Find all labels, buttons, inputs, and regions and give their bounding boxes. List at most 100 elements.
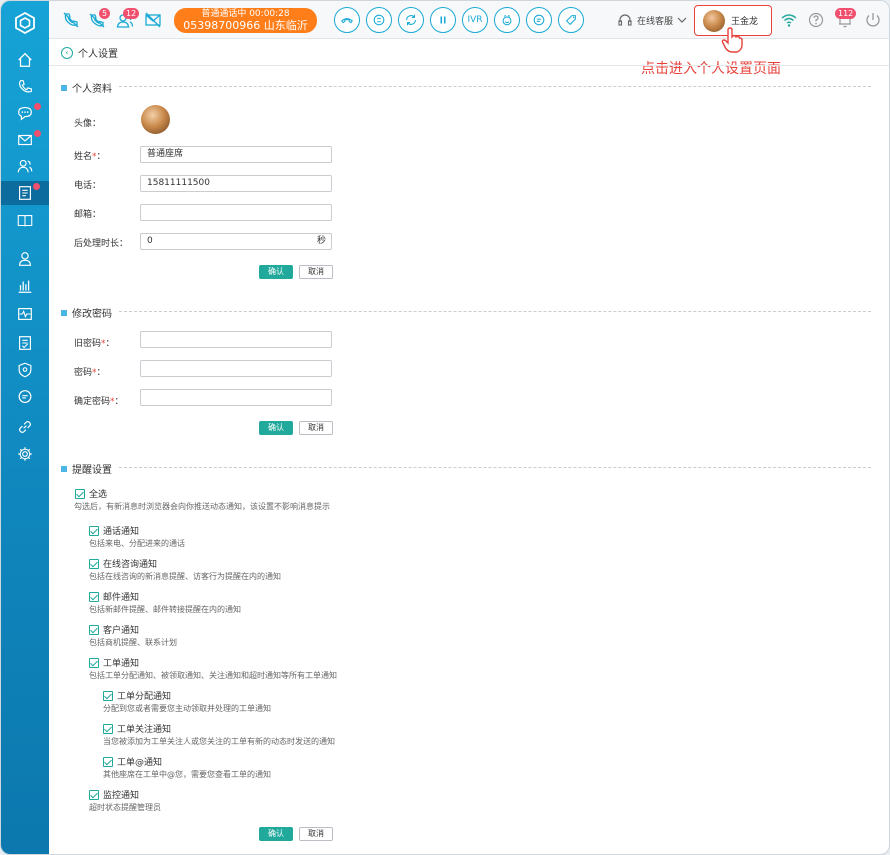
- ivr-button[interactable]: IVR: [462, 7, 488, 33]
- link-icon: [19, 421, 31, 433]
- agent-icon: [19, 252, 31, 266]
- satisfaction-button[interactable]: [494, 7, 520, 33]
- tag-button[interactable]: [558, 7, 584, 33]
- avatar[interactable]: [141, 105, 170, 134]
- chevron-down-icon: [677, 17, 687, 23]
- new-password-field[interactable]: [140, 360, 332, 377]
- section-title: 提醒设置: [72, 465, 112, 476]
- section-password-header: 修改密码: [61, 305, 112, 320]
- sidebar-item-calls[interactable]: [11, 75, 39, 99]
- profile-confirm-button[interactable]: 确认: [259, 265, 293, 279]
- sidebar-item-agents[interactable]: [11, 247, 39, 271]
- post-process-label: 后处理时长：: [74, 239, 129, 249]
- help-icon[interactable]: [806, 10, 828, 30]
- notification-dot: [33, 183, 40, 190]
- sidebar-item-checklist[interactable]: [11, 331, 39, 355]
- divider: [49, 65, 889, 66]
- email-field[interactable]: [140, 204, 332, 221]
- online-service-menu[interactable]: 在线客服: [617, 12, 687, 28]
- call-status-box[interactable]: 普通通话中 00:00:28 05398700966 山东临沂: [174, 8, 317, 33]
- section-marker: [61, 84, 67, 91]
- book-icon: [17, 215, 33, 227]
- section-profile-header: 个人资料: [61, 80, 112, 95]
- ticket-list-icon: [19, 186, 31, 200]
- confirm-password-field[interactable]: [140, 389, 332, 406]
- sidebar-item-reports[interactable]: [11, 274, 39, 298]
- hangup-button[interactable]: [334, 7, 360, 33]
- sidebar-item-home[interactable]: [11, 48, 39, 72]
- checkbox-label: 工单@通知: [117, 758, 163, 768]
- password-cancel-button[interactable]: 取消: [299, 421, 333, 435]
- sidebar-item-customers[interactable]: [11, 154, 39, 178]
- ticket-mention-checkbox[interactable]: 工单@通知: [103, 755, 162, 768]
- checkbox-label: 工单通知: [103, 659, 140, 669]
- ticket-notify-checkbox[interactable]: 工单通知: [89, 656, 139, 669]
- avatar-label: 头像：: [74, 119, 102, 129]
- checkbox-label: 工单分配通知: [117, 692, 172, 702]
- app-logo-icon[interactable]: [13, 11, 37, 35]
- phone-field[interactable]: 15811111500: [140, 175, 332, 192]
- chat-icon: [533, 14, 545, 26]
- section-title: 个人资料: [72, 84, 112, 95]
- sidebar-item-security[interactable]: [11, 358, 39, 382]
- online-consult-desc: 包括在线咨询的新消息提醒、访客行为提醒在内的通知: [89, 572, 281, 581]
- pause-icon: [440, 16, 446, 24]
- confirm-password-label-text: 确定密码: [74, 397, 111, 407]
- unit-seconds: 秒: [316, 236, 326, 246]
- online-consult-checkbox[interactable]: 在线咨询通知: [89, 557, 157, 570]
- sidebar-item-tickets[interactable]: [1, 181, 49, 205]
- name-field[interactable]: 普通座席: [140, 146, 332, 163]
- mail-muted-icon[interactable]: [143, 10, 165, 30]
- call-notify-checkbox[interactable]: 通话通知: [89, 524, 139, 537]
- sidebar: [1, 1, 49, 854]
- checkbox-label: 监控通知: [103, 791, 140, 801]
- ticket-assign-desc: 分配到您或者需要您主动领取并处理的工单通知: [103, 704, 271, 713]
- call-notify-desc: 包括来电、分配进来的通话: [89, 539, 185, 548]
- new-password-label-text: 密码: [74, 368, 93, 378]
- power-icon[interactable]: [863, 10, 885, 30]
- select-all-checkbox[interactable]: 全选: [75, 487, 107, 500]
- section-marker: [61, 465, 67, 472]
- users-icon: [17, 159, 33, 173]
- breadcrumb: ‹ 个人设置: [61, 45, 118, 60]
- ticket-follow-checkbox[interactable]: 工单关注通知: [103, 722, 171, 735]
- home-icon: [18, 52, 32, 67]
- sidebar-item-monitor[interactable]: [11, 302, 39, 326]
- name-label: 姓名*：: [74, 149, 106, 162]
- hangup-icon: [341, 18, 353, 24]
- ticket-notify-desc: 包括工单分配通知、被领取通知、关注通知和超时通知等所有工单通知: [89, 671, 337, 680]
- checkbox-checked-icon: [75, 488, 85, 499]
- transfer-button[interactable]: [398, 7, 424, 33]
- reminder-cancel-button[interactable]: 取消: [299, 827, 333, 841]
- sidebar-item-chat[interactable]: [11, 101, 41, 125]
- sidebar-item-knowledge[interactable]: [11, 209, 39, 233]
- monitor-notify-checkbox[interactable]: 监控通知: [89, 788, 139, 801]
- message-button[interactable]: [526, 7, 552, 33]
- name-label-text: 姓名: [74, 152, 93, 162]
- sidebar-item-mail[interactable]: [11, 128, 41, 152]
- customer-notify-checkbox[interactable]: 客户通知: [89, 623, 139, 636]
- profile-cancel-button[interactable]: 取消: [299, 265, 333, 279]
- agents-badge: 12: [123, 8, 140, 19]
- mute-phone-icon[interactable]: [61, 10, 83, 30]
- bar-chart-icon: [18, 280, 32, 293]
- ticket-assign-checkbox[interactable]: 工单分配通知: [103, 689, 171, 702]
- password-confirm-button[interactable]: 确认: [259, 421, 293, 435]
- mail-notify-checkbox[interactable]: 邮件通知: [89, 590, 139, 603]
- missed-call-badge: 5: [99, 8, 111, 19]
- hold-button[interactable]: [430, 7, 456, 33]
- sidebar-item-messages[interactable]: [11, 385, 39, 409]
- app-window: 5 12 普通通话中 00:00:28 05398700966 山东临沂 IVR…: [0, 0, 890, 855]
- reminder-confirm-button[interactable]: 确认: [259, 827, 293, 841]
- back-arrow-icon[interactable]: ‹: [61, 46, 73, 59]
- section-divider: [119, 311, 871, 312]
- satisfaction-icon: [502, 14, 512, 26]
- checkbox-label: 工单关注通知: [117, 725, 172, 735]
- consult-button[interactable]: [366, 7, 392, 33]
- old-password-field[interactable]: [140, 331, 332, 348]
- sidebar-item-settings[interactable]: [11, 442, 39, 466]
- mail-icon: [18, 134, 32, 146]
- consult-icon: [373, 14, 385, 26]
- post-process-field[interactable]: 0秒: [140, 233, 332, 250]
- sidebar-item-integrations[interactable]: [11, 415, 39, 439]
